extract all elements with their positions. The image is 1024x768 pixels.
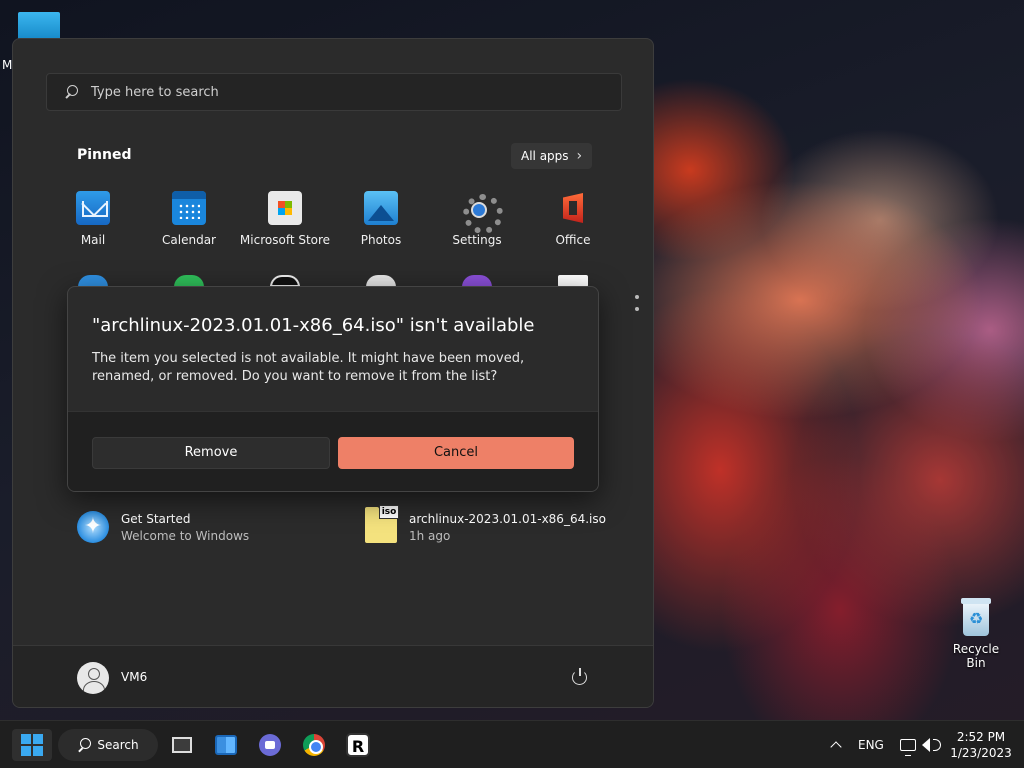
chevron-right-icon: › <box>576 148 583 164</box>
iso-file-icon: iso <box>365 505 399 543</box>
recycle-bin-label: Recycle Bin <box>952 642 1000 670</box>
start-search-input[interactable]: Type here to search <box>46 73 622 111</box>
search-icon <box>63 84 79 100</box>
recommended-item-get-started[interactable]: Get Started Welcome to Windows <box>77 511 249 543</box>
widgets-icon <box>215 735 237 755</box>
clock-date: 1/23/2023 <box>950 746 1012 760</box>
page-indicator[interactable] <box>635 295 639 319</box>
language-indicator[interactable]: ENG <box>858 729 884 761</box>
chrome-button[interactable] <box>298 729 330 761</box>
power-icon[interactable] <box>571 668 589 686</box>
recommended-title: archlinux-2023.01.01-x86_64.iso <box>409 511 606 526</box>
user-bar: VM6 <box>13 645 653 707</box>
task-view-icon <box>172 737 192 753</box>
pinned-app-photos[interactable]: Photos <box>333 191 429 247</box>
clock[interactable]: 2:52 PM 1/23/2023 <box>950 729 1012 761</box>
volume-icon[interactable] <box>922 729 941 761</box>
iso-badge: iso <box>379 505 399 519</box>
mail-icon <box>76 191 110 225</box>
dialog-footer: Remove Cancel <box>68 411 598 491</box>
taskbar: Search R ENG 2:52 PM 1/23/2023 <box>0 720 1024 768</box>
pinned-app-label: Settings <box>452 233 502 247</box>
pinned-app-label: Microsoft Store <box>239 233 331 247</box>
pinned-app-mail[interactable]: Mail <box>45 191 141 247</box>
store-icon <box>268 191 302 225</box>
cancel-button[interactable]: Cancel <box>338 436 574 469</box>
chat-button[interactable] <box>254 729 286 761</box>
widgets-button[interactable] <box>210 729 242 761</box>
pinned-app-label: Photos <box>360 233 402 247</box>
desktop-shortcut-label: M <box>2 58 13 72</box>
pinned-app-office[interactable]: Office <box>525 191 621 247</box>
chat-icon <box>259 734 281 756</box>
taskbar-search-button[interactable]: Search <box>58 729 158 761</box>
pinned-app-settings[interactable]: Settings <box>429 191 525 247</box>
show-hidden-icons-button[interactable] <box>828 729 844 761</box>
recommended-subtitle: 1h ago <box>409 528 451 543</box>
pinned-app-calendar[interactable]: Calendar <box>141 191 237 247</box>
pinned-app-microsoft-store[interactable]: Microsoft Store <box>237 191 333 247</box>
user-name[interactable]: VM6 <box>121 670 147 684</box>
remove-button[interactable]: Remove <box>92 436 330 469</box>
task-view-button[interactable] <box>166 729 198 761</box>
calendar-icon <box>172 191 206 225</box>
settings-icon <box>460 191 503 234</box>
search-icon <box>77 738 92 752</box>
dialog-title: "archlinux-2023.01.01-x86_64.iso" isn't … <box>92 315 535 336</box>
search-placeholder: Type here to search <box>91 84 219 100</box>
office-icon <box>556 191 590 225</box>
pinned-app-label: Mail <box>80 233 106 247</box>
dialog-message: The item you selected is not available. … <box>92 351 525 384</box>
chrome-icon <box>303 734 325 756</box>
recommended-title: Get Started <box>121 511 191 526</box>
taskbar-search-label: Search <box>97 738 139 752</box>
avatar[interactable] <box>77 662 109 694</box>
chevron-up-icon <box>830 741 842 753</box>
start-button[interactable] <box>12 729 52 761</box>
desktop-shortcut-icon[interactable] <box>18 12 60 40</box>
get-started-icon <box>77 511 109 543</box>
r-app-icon: R <box>346 733 370 757</box>
network-icon[interactable] <box>900 729 916 761</box>
item-unavailable-dialog: "archlinux-2023.01.01-x86_64.iso" isn't … <box>67 286 599 492</box>
recommended-item-iso[interactable]: iso archlinux-2023.01.01-x86_64.iso 1h a… <box>365 505 606 543</box>
clock-time: 2:52 PM <box>956 730 1006 744</box>
pinned-apps-grid: Mail Calendar Microsoft Store Photos Set… <box>45 191 621 247</box>
windows-logo-icon <box>21 734 43 756</box>
all-apps-button[interactable]: All apps › <box>511 143 593 169</box>
recycle-bin[interactable]: ♻ Recycle Bin <box>944 596 1008 670</box>
r-app-button[interactable]: R <box>342 729 374 761</box>
pinned-app-label: Calendar <box>162 233 216 247</box>
all-apps-label: All apps <box>521 149 569 163</box>
recommended-subtitle: Welcome to Windows <box>121 528 250 543</box>
pinned-app-label: Office <box>555 233 591 247</box>
recycle-bin-icon: ♻ <box>959 596 993 638</box>
pinned-heading: Pinned <box>77 147 132 163</box>
photos-icon <box>364 191 398 225</box>
